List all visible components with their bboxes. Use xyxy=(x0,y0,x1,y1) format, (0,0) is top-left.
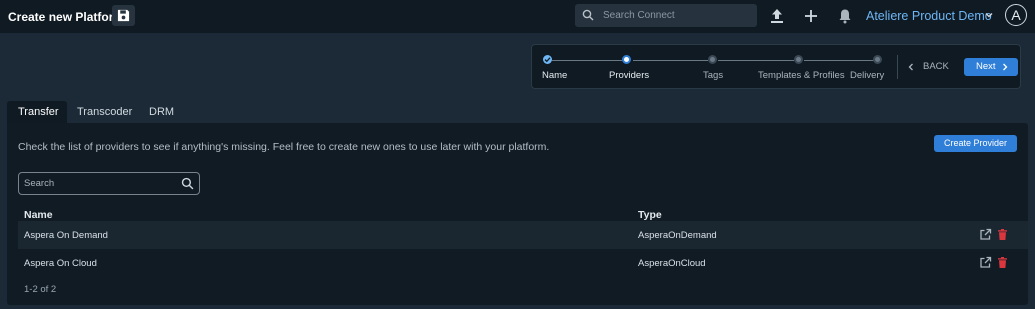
step-connector xyxy=(552,60,622,61)
tab-drm[interactable]: DRM xyxy=(139,101,184,123)
provider-search-field[interactable] xyxy=(18,172,200,195)
save-button[interactable] xyxy=(112,5,135,26)
provider-search-input[interactable] xyxy=(24,176,174,191)
back-label: BACK xyxy=(923,61,949,72)
tab-label: Transfer xyxy=(18,106,59,118)
search-icon xyxy=(181,177,194,190)
table-row[interactable]: Aspera On Cloud AsperaOnCloud xyxy=(18,249,1028,277)
table-row[interactable]: Aspera On Demand AsperaOnDemand xyxy=(18,221,1028,249)
tab-label: Transcoder xyxy=(77,106,133,118)
next-label: Next xyxy=(976,61,996,72)
step-connector xyxy=(718,60,794,61)
org-switcher[interactable]: Ateliere Product Demo xyxy=(866,9,992,23)
upload-button[interactable] xyxy=(768,7,786,25)
provider-name: Aspera On Cloud xyxy=(24,258,97,269)
step-label: Templates & Profiles xyxy=(758,70,845,81)
pagination-info: 1-2 of 2 xyxy=(24,284,57,295)
tab-transcoder[interactable]: Transcoder xyxy=(67,101,139,123)
create-provider-button[interactable]: Create Provider xyxy=(934,135,1017,152)
chevron-down-icon[interactable] xyxy=(984,10,994,20)
step-providers-dot[interactable] xyxy=(622,55,631,64)
step-name-check-icon[interactable] xyxy=(543,55,552,64)
step-connector xyxy=(633,60,708,61)
tab-transfer[interactable]: Transfer xyxy=(7,101,67,123)
open-external-icon[interactable] xyxy=(979,256,992,269)
step-templates-dot[interactable] xyxy=(794,55,803,64)
next-button[interactable]: Next xyxy=(964,58,1018,76)
delete-icon[interactable] xyxy=(996,228,1009,241)
panel-description: Check the list of providers to see if an… xyxy=(18,141,550,153)
step-label: Providers xyxy=(609,70,650,81)
step-label: Name xyxy=(542,70,568,81)
column-header-name[interactable]: Name xyxy=(24,209,53,221)
step-label: Delivery xyxy=(850,70,885,81)
step-delivery-dot[interactable] xyxy=(873,55,882,64)
chevron-right-icon xyxy=(1003,63,1008,71)
chevron-left-icon xyxy=(908,63,913,71)
avatar[interactable]: A xyxy=(1005,4,1027,26)
column-header-type[interactable]: Type xyxy=(638,209,662,221)
step-connector xyxy=(804,60,877,61)
provider-name: Aspera On Demand xyxy=(24,230,108,241)
provider-type: AsperaOnDemand xyxy=(638,230,717,241)
open-external-icon[interactable] xyxy=(979,228,992,241)
add-button[interactable] xyxy=(802,7,820,25)
plus-icon xyxy=(805,10,817,22)
tab-label: DRM xyxy=(149,106,175,118)
step-tags-dot[interactable] xyxy=(708,55,717,64)
save-icon xyxy=(117,9,130,22)
page-title: Create new Platform xyxy=(8,10,125,24)
top-bar: Create new Platform Search Connect Ateli… xyxy=(0,0,1035,33)
provider-type: AsperaOnCloud xyxy=(638,258,706,269)
global-search-placeholder: Search Connect xyxy=(603,10,675,21)
wizard-stepper: Name Providers Tags Templates & Profiles… xyxy=(531,44,1021,89)
providers-panel: Check the list of providers to see if an… xyxy=(7,123,1028,305)
search-icon xyxy=(582,9,594,21)
upload-icon xyxy=(771,9,783,23)
bell-icon xyxy=(839,9,851,24)
step-label: Tags xyxy=(703,70,724,81)
delete-icon[interactable] xyxy=(996,256,1009,269)
notifications-button[interactable] xyxy=(836,7,854,25)
global-search-input[interactable]: Search Connect xyxy=(575,4,757,27)
divider xyxy=(897,55,898,79)
